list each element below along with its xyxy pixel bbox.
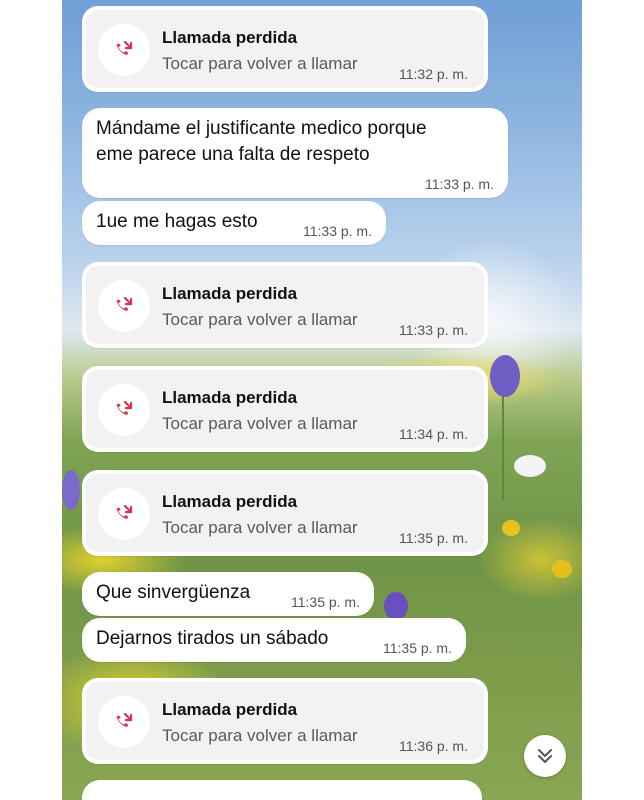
missed-call-title: Llamada perdida	[162, 492, 298, 511]
missed-call-subtitle: Tocar para volver a llamar	[162, 310, 358, 329]
missed-call-subtitle: Tocar para volver a llamar	[162, 414, 358, 433]
message-time: 11:33 p. m.	[398, 322, 468, 338]
message-text-line: eme parece una falta de respeto	[96, 144, 370, 165]
missed-call-title: Llamada perdida	[162, 284, 298, 303]
text-message-partial[interactable]	[82, 780, 482, 800]
missed-call-message[interactable]: Llamada perdida Tocar para volver a llam…	[82, 6, 488, 92]
missed-call-subtitle: Tocar para volver a llamar	[162, 726, 358, 745]
double-chevron-down-icon	[538, 749, 552, 763]
missed-call-title: Llamada perdida	[162, 28, 298, 47]
missed-call-message[interactable]: Llamada perdida Tocar para volver a llam…	[82, 366, 488, 452]
missed-call-card: Llamada perdida Tocar para volver a llam…	[86, 682, 484, 760]
missed-call-icon	[98, 384, 150, 436]
missed-call-icon	[98, 24, 150, 76]
daisy-flower	[514, 455, 546, 477]
missed-call-message[interactable]: Llamada perdida Tocar para volver a llam…	[82, 262, 488, 348]
message-text-line: Mándame el justificante medico porque	[96, 118, 427, 139]
missed-call-card: Llamada perdida Tocar para volver a llam…	[86, 10, 484, 88]
chat-background: Llamada perdida Tocar para volver a llam…	[62, 0, 582, 800]
yellow-flower	[552, 560, 572, 578]
message-time: 11:36 p. m.	[398, 738, 468, 754]
message-text: Dejarnos tirados un sábado	[96, 628, 329, 649]
missed-call-card: Llamada perdida Tocar para volver a llam…	[86, 370, 484, 448]
text-message[interactable]: Mándame el justificante medico porque em…	[82, 108, 508, 198]
missed-call-subtitle: Tocar para volver a llamar	[162, 518, 358, 537]
missed-call-title: Llamada perdida	[162, 700, 298, 719]
message-time: 11:33 p. m.	[424, 176, 494, 192]
text-message[interactable]: Que sinvergüenza 11:35 p. m.	[82, 572, 374, 616]
message-text: Que sinvergüenza	[96, 582, 251, 603]
message-time: 11:33 p. m.	[302, 223, 372, 239]
purple-flower	[384, 592, 408, 620]
missed-call-icon	[98, 280, 150, 332]
missed-call-subtitle: Tocar para volver a llamar	[162, 54, 358, 73]
purple-flower	[490, 355, 520, 397]
message-time: 11:35 p. m.	[398, 530, 468, 546]
missed-call-card: Llamada perdida Tocar para volver a llam…	[86, 266, 484, 344]
flower-stem	[502, 380, 504, 500]
missed-call-message[interactable]: Llamada perdida Tocar para volver a llam…	[82, 470, 488, 556]
message-time: 11:35 p. m.	[290, 594, 360, 610]
yellow-flower	[502, 520, 520, 536]
purple-flower	[62, 470, 80, 510]
missed-call-icon	[98, 488, 150, 540]
missed-call-card: Llamada perdida Tocar para volver a llam…	[86, 474, 484, 552]
missed-call-message[interactable]: Llamada perdida Tocar para volver a llam…	[82, 678, 488, 764]
missed-call-icon	[98, 696, 150, 748]
message-text: 1ue me hagas esto	[96, 211, 258, 232]
text-message[interactable]: Dejarnos tirados un sábado 11:35 p. m.	[82, 618, 466, 662]
scroll-to-bottom-button[interactable]	[524, 735, 566, 777]
missed-call-title: Llamada perdida	[162, 388, 298, 407]
message-time: 11:35 p. m.	[382, 640, 452, 656]
message-time: 11:32 p. m.	[398, 66, 468, 82]
text-message[interactable]: 1ue me hagas esto 11:33 p. m.	[82, 201, 386, 245]
message-time: 11:34 p. m.	[398, 426, 468, 442]
